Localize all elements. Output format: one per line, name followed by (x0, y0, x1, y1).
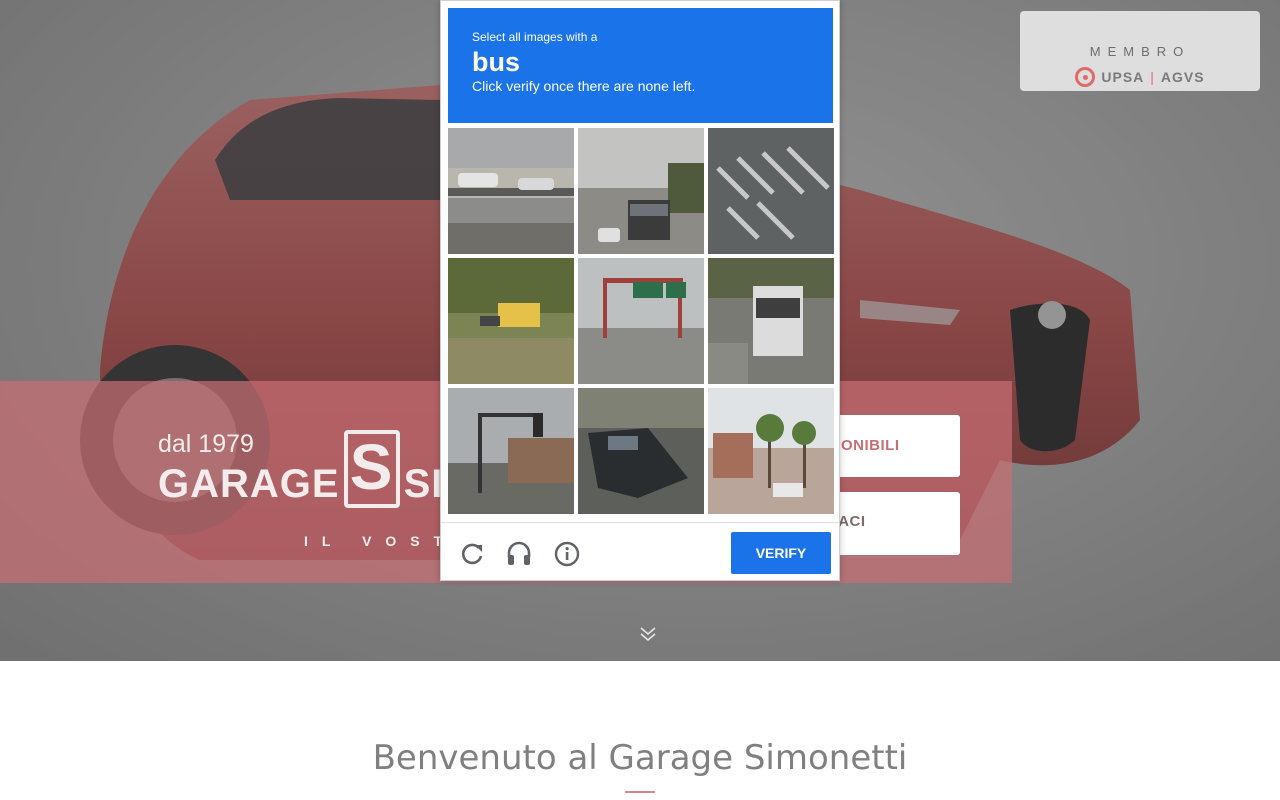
chevron-double-down-icon[interactable] (638, 624, 658, 644)
captcha-tile-7[interactable] (448, 388, 574, 514)
captcha-tile-9[interactable] (708, 388, 834, 514)
captcha-footer: VERIFY (441, 522, 839, 581)
captcha-tile-5[interactable] (578, 258, 704, 384)
member-badge[interactable]: MEMBRO UPSA | AGVS (1020, 11, 1260, 91)
verify-button[interactable]: VERIFY (731, 532, 831, 574)
captcha-tile-6[interactable] (708, 258, 834, 384)
headphones-icon[interactable] (506, 541, 532, 567)
member-orgs: UPSA | AGVS (1020, 67, 1260, 87)
captcha-target-word: bus (472, 47, 521, 77)
member-title: MEMBRO (1089, 44, 1191, 59)
brand-left: GARAGE (158, 461, 340, 506)
brand-mark: S (343, 430, 400, 508)
captcha-header: Select all images with a bus Click verif… (448, 8, 833, 123)
captcha-grid (448, 128, 834, 514)
member-org-agvs: AGVS (1160, 69, 1205, 85)
captcha-dialog: Select all images with a bus Click verif… (440, 0, 840, 581)
captcha-tile-1[interactable] (448, 128, 574, 254)
captcha-tile-2[interactable] (578, 128, 704, 254)
reload-icon[interactable] (459, 541, 485, 567)
captcha-tile-3[interactable] (708, 128, 834, 254)
since-text: dal 1979 (158, 430, 254, 458)
welcome-divider (625, 791, 655, 793)
captcha-verify-hint: Click verify once there are none left. (472, 78, 696, 94)
welcome-title: Benvenuto al Garage Simonetti (372, 738, 908, 778)
upsa-logo-icon (1075, 67, 1096, 87)
captcha-tile-8[interactable] (578, 388, 704, 514)
member-separator: | (1150, 69, 1155, 85)
captcha-instruction: Select all images with a (472, 30, 598, 44)
captcha-tile-4[interactable] (448, 258, 574, 384)
info-icon[interactable] (554, 541, 580, 567)
member-org-upsa: UPSA (1101, 69, 1145, 85)
